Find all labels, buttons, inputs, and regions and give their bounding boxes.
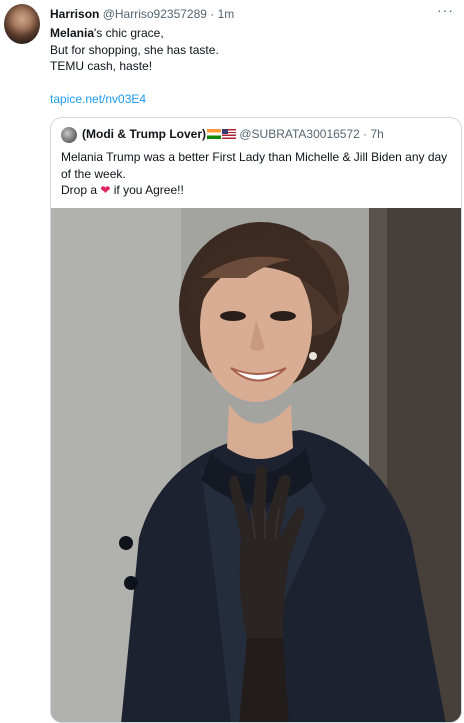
tweet-line-3: TEMU cash, haste! [50,59,153,73]
quote-line-1: Melania Trump was a better First Lady th… [61,150,448,181]
author-avatar[interactable] [4,4,40,44]
tweet-line-1: Melania's chic grace, [50,25,219,42]
quote-author-name[interactable]: (Modi & Trump Lover) [82,127,206,141]
quote-line-2-post: if you Agree!! [110,183,184,197]
tweet-header: Harrison @Harriso92357289 · 1m [50,7,234,21]
flag-usa-icon [222,129,236,139]
quote-photo[interactable] [51,208,461,722]
author-handle[interactable]: @Harriso92357289 [103,7,207,21]
tweet[interactable]: Harrison @Harriso92357289 · 1m ··· Melan… [0,0,464,723]
photo-of-smiling-woman-waving [51,208,461,722]
quote-line-2-pre: Drop a [61,183,101,197]
tweet-line-2: But for shopping, she has taste. [50,42,219,57]
tweet-line-1-bold: Melania [50,26,95,40]
more-icon[interactable]: ··· [437,2,454,18]
tweet-text: Melania's chic grace, But for shopping, … [50,25,219,75]
heart-icon: ❤ [100,183,111,197]
quote-separator: · [359,127,371,141]
flag-india-icon [207,129,221,139]
separator: · [206,7,218,21]
tweet-line-1-rest: 's chic grace, [94,26,164,40]
quote-text: Melania Trump was a better First Lady th… [61,149,456,199]
quoted-tweet[interactable]: (Modi & Trump Lover) @SUBRATA30016572 · … [50,117,462,723]
quote-author-avatar[interactable] [61,127,77,143]
timestamp[interactable]: 1m [218,7,235,21]
tweet-link[interactable]: tapice.net/nv03E4 [50,92,146,106]
quote-timestamp[interactable]: 7h [370,127,383,141]
author-name[interactable]: Harrison [50,7,99,21]
quote-author-handle[interactable]: @SUBRATA30016572 [239,127,359,141]
quote-line-2: Drop a ❤ if you Agree!! [61,182,456,199]
quote-header: (Modi & Trump Lover) @SUBRATA30016572 · … [82,127,384,141]
